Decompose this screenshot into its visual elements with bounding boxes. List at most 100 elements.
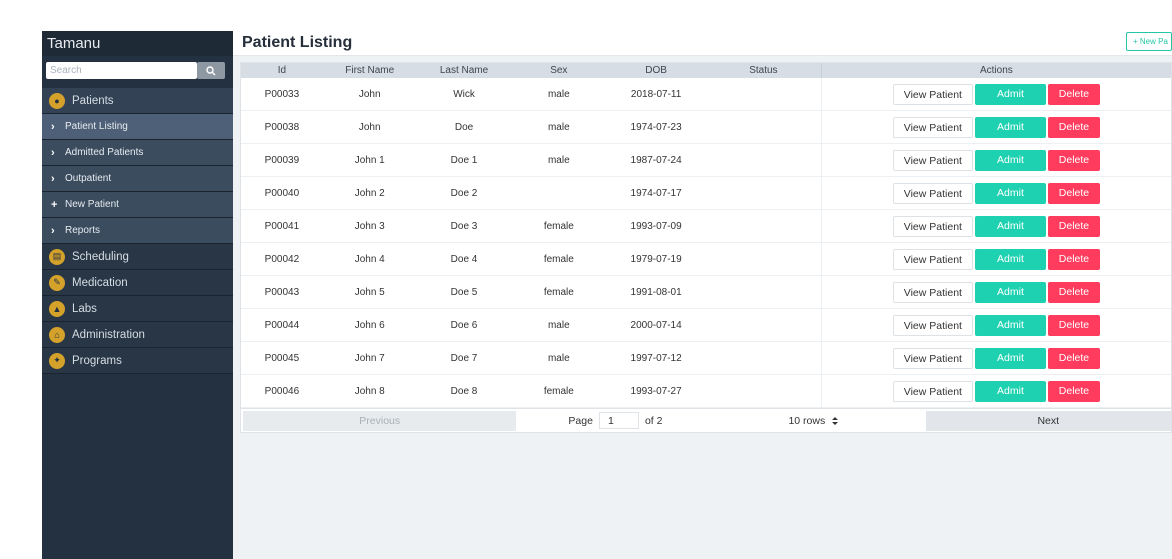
sidebar-item-medication[interactable]: ✎ Medication bbox=[42, 270, 233, 296]
cell-last-name: Doe 7 bbox=[450, 352, 478, 364]
admit-button[interactable]: Admit bbox=[974, 149, 1046, 171]
delete-button[interactable]: Delete bbox=[1047, 149, 1100, 171]
admit-button[interactable]: Admit bbox=[974, 248, 1046, 270]
cell-last-name: Doe 6 bbox=[450, 319, 478, 331]
sidebar-item-label: Outpatient bbox=[65, 173, 112, 184]
cell-sex: male bbox=[547, 352, 570, 364]
col-header-first-name[interactable]: First Name bbox=[323, 63, 417, 78]
cell-id: P00038 bbox=[264, 121, 300, 133]
admit-button[interactable]: Admit bbox=[974, 380, 1046, 402]
new-patient-button[interactable]: + New Pa bbox=[1126, 32, 1172, 51]
page-header: Patient Listing + New Pa bbox=[233, 31, 1172, 56]
plus-icon: + bbox=[51, 198, 58, 211]
sidebar-item-programs[interactable]: ✦ Programs bbox=[42, 348, 233, 374]
table-row: P00044 John 6 Doe 6 male 2000-07-14 View Pati… bbox=[241, 309, 1171, 342]
cell-id: P00040 bbox=[264, 187, 300, 199]
brand-logo[interactable]: Tamanu bbox=[42, 31, 233, 56]
cell-id: P00043 bbox=[264, 286, 300, 298]
cell-id: P00039 bbox=[264, 154, 300, 166]
cell-last-name: Doe 1 bbox=[450, 154, 478, 166]
page-label: Page bbox=[568, 414, 593, 427]
cell-first-name: John 4 bbox=[354, 253, 385, 265]
cell-actions: View Patient Admit Delete bbox=[822, 182, 1171, 204]
admit-button[interactable]: Admit bbox=[974, 347, 1046, 369]
delete-button[interactable]: Delete bbox=[1047, 380, 1100, 402]
view-patient-button[interactable]: View Patient bbox=[892, 182, 973, 204]
next-button[interactable]: Next bbox=[925, 410, 1171, 431]
view-patient-button[interactable]: View Patient bbox=[892, 347, 973, 369]
admit-button[interactable]: Admit bbox=[974, 182, 1046, 204]
cell-last-name: Doe bbox=[454, 121, 474, 133]
sidebar-item-outpatient[interactable]: › Outpatient bbox=[42, 166, 233, 192]
programs-icon: ✦ bbox=[49, 352, 65, 369]
page-title: Patient Listing bbox=[242, 34, 353, 51]
sidebar-item-new-patient[interactable]: + New Patient bbox=[42, 192, 233, 218]
delete-button[interactable]: Delete bbox=[1047, 116, 1100, 138]
cell-actions: View Patient Admit Delete bbox=[822, 149, 1171, 171]
search-input[interactable] bbox=[46, 62, 197, 79]
delete-button[interactable]: Delete bbox=[1047, 281, 1100, 303]
delete-button[interactable]: Delete bbox=[1047, 182, 1100, 204]
page-number-input[interactable] bbox=[598, 412, 639, 429]
view-patient-button[interactable]: View Patient bbox=[892, 281, 973, 303]
page-total: of 2 bbox=[644, 414, 663, 427]
page-controls: Page of 2 10 rows bbox=[516, 412, 925, 429]
sidebar-search bbox=[42, 56, 233, 88]
table-row: P00040 John 2 Doe 2 1974-07-17 View Patient A… bbox=[241, 177, 1171, 210]
cell-first-name: John 5 bbox=[354, 286, 385, 298]
pagination: Previous Page of 2 10 rows Next bbox=[241, 408, 1171, 432]
cell-sex: male bbox=[547, 154, 570, 166]
view-patient-button[interactable]: View Patient bbox=[892, 215, 973, 237]
view-patient-button[interactable]: View Patient bbox=[892, 248, 973, 270]
admit-button[interactable]: Admit bbox=[974, 83, 1046, 105]
cell-actions: View Patient Admit Delete bbox=[822, 116, 1171, 138]
scheduling-icon: ▤ bbox=[49, 248, 65, 265]
cell-sex: female bbox=[543, 385, 574, 397]
search-button[interactable] bbox=[197, 62, 225, 79]
cell-first-name: John bbox=[358, 88, 381, 100]
cell-status bbox=[706, 111, 822, 143]
admit-button[interactable]: Admit bbox=[974, 314, 1046, 336]
sidebar-item-scheduling[interactable]: ▤ Scheduling bbox=[42, 244, 233, 270]
view-patient-button[interactable]: View Patient bbox=[892, 380, 973, 402]
col-header-id[interactable]: Id bbox=[241, 63, 323, 78]
table-body: P00033 John Wick male 2018-07-11 View Patient… bbox=[241, 78, 1171, 408]
table-row: P00042 John 4 Doe 4 female 1979-07-19 View Pa… bbox=[241, 243, 1171, 276]
cell-status bbox=[706, 375, 822, 407]
labs-icon: ▲ bbox=[49, 300, 65, 317]
administration-icon: ⌂ bbox=[49, 326, 65, 343]
view-patient-button[interactable]: View Patient bbox=[892, 314, 973, 336]
delete-button[interactable]: Delete bbox=[1047, 347, 1100, 369]
delete-button[interactable]: Delete bbox=[1047, 248, 1100, 270]
sidebar-item-labs[interactable]: ▲ Labs bbox=[42, 296, 233, 322]
delete-button[interactable]: Delete bbox=[1047, 83, 1100, 105]
admit-button[interactable]: Admit bbox=[974, 116, 1046, 138]
delete-button[interactable]: Delete bbox=[1047, 314, 1100, 336]
cell-dob: 1997-07-12 bbox=[630, 352, 682, 364]
delete-button[interactable]: Delete bbox=[1047, 215, 1100, 237]
col-header-status[interactable]: Status bbox=[706, 63, 822, 78]
cell-status bbox=[706, 78, 822, 110]
sidebar-item-admitted-patients[interactable]: › Admitted Patients bbox=[42, 140, 233, 166]
view-patient-button[interactable]: View Patient bbox=[892, 116, 973, 138]
cell-status bbox=[706, 144, 822, 176]
cell-actions: View Patient Admit Delete bbox=[822, 215, 1171, 237]
sidebar-item-administration[interactable]: ⌂ Administration bbox=[42, 322, 233, 348]
col-header-sex[interactable]: Sex bbox=[511, 63, 606, 78]
col-header-last-name[interactable]: Last Name bbox=[417, 63, 512, 78]
sidebar-item-label: Administration bbox=[72, 328, 145, 341]
sidebar-item-patients[interactable]: ● Patients bbox=[42, 88, 233, 114]
sidebar-item-reports[interactable]: › Reports bbox=[42, 218, 233, 244]
admit-button[interactable]: Admit bbox=[974, 215, 1046, 237]
cell-first-name: John 6 bbox=[354, 319, 385, 331]
view-patient-button[interactable]: View Patient bbox=[892, 83, 973, 105]
view-patient-button[interactable]: View Patient bbox=[892, 149, 973, 171]
previous-button[interactable]: Previous bbox=[243, 410, 517, 431]
cell-first-name: John 3 bbox=[354, 220, 385, 232]
rows-per-page-select[interactable]: 10 rows bbox=[788, 415, 839, 427]
sidebar-item-patient-listing[interactable]: › Patient Listing bbox=[42, 114, 233, 140]
admit-button[interactable]: Admit bbox=[974, 281, 1046, 303]
rows-per-page-value: 10 rows bbox=[788, 414, 826, 427]
cell-last-name: Doe 4 bbox=[450, 253, 478, 265]
col-header-dob[interactable]: DOB bbox=[606, 63, 706, 78]
